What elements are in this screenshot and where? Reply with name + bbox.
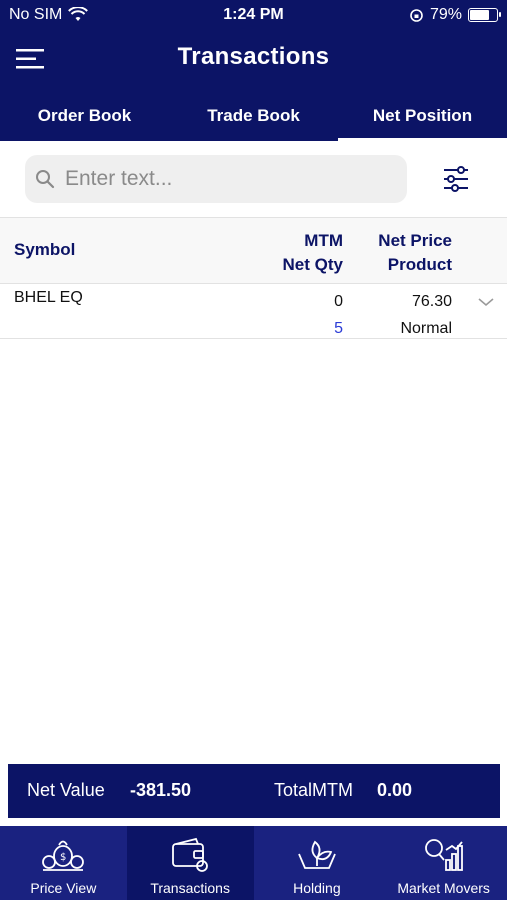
column-header-net-qty: Net Qty xyxy=(282,255,343,274)
chevron-down-icon[interactable] xyxy=(477,296,495,308)
net-value-label: Net Value xyxy=(27,780,105,800)
row-net-qty: 5 xyxy=(334,320,343,337)
row-mtm-qty: 0 5 xyxy=(334,288,343,342)
row-mtm: 0 xyxy=(334,293,343,310)
nav-price-view[interactable]: $ Price View xyxy=(0,826,127,900)
holding-icon xyxy=(298,840,336,869)
total-mtm-value: 0.00 xyxy=(377,780,413,800)
nav-transactions[interactable]: Transactions xyxy=(126,826,254,900)
search-box xyxy=(25,155,407,203)
search-row xyxy=(0,141,507,218)
filter-icon[interactable] xyxy=(440,163,472,195)
row-net-price: 76.30 xyxy=(411,293,452,310)
table-header: Symbol MTM Net Qty Net Price Product xyxy=(0,218,507,284)
price-view-icon: $ xyxy=(42,840,85,871)
column-header-netprice-product[interactable]: Net Price Product xyxy=(378,229,452,277)
svg-text:$: $ xyxy=(60,852,66,863)
tab-bar: Order Book Trade Book Net Position xyxy=(0,92,507,141)
nav-label-transactions: Transactions xyxy=(150,880,230,896)
battery-icon xyxy=(468,8,501,22)
net-value: -381.50 xyxy=(130,780,192,800)
status-bar: No SIM 1:24 PM 79% xyxy=(0,0,507,30)
transactions-icon xyxy=(172,837,209,872)
app-header: No SIM 1:24 PM 79% Transactions Order Bo… xyxy=(0,0,507,141)
orientation-lock-icon xyxy=(410,8,423,22)
row-price-product: 76.30 Normal xyxy=(400,288,452,342)
nav-label-market-movers: Market Movers xyxy=(397,880,490,896)
bottom-nav: $ Price View Transactions Holding Market… xyxy=(0,826,507,900)
table-row[interactable]: BHEL EQ 0 5 76.30 Normal xyxy=(0,284,507,339)
column-header-net-price: Net Price xyxy=(378,231,452,250)
column-header-mtm: MTM xyxy=(304,231,343,250)
row-symbol: BHEL EQ xyxy=(14,289,83,306)
battery-fill xyxy=(470,10,490,20)
column-header-mtm-netqty[interactable]: MTM Net Qty xyxy=(283,229,343,277)
tab-trade-book[interactable]: Trade Book xyxy=(169,92,338,141)
nav-market-movers[interactable]: Market Movers xyxy=(380,826,507,900)
column-header-product: Product xyxy=(387,255,452,274)
summary-bar: Net Value -381.50 TotalMTM 0.00 xyxy=(8,764,500,818)
page-title: Transactions xyxy=(177,43,330,70)
search-icon xyxy=(36,170,55,189)
nav-bar: Transactions xyxy=(0,38,507,82)
tab-order-book[interactable]: Order Book xyxy=(0,92,169,141)
row-product: Normal xyxy=(400,320,452,337)
market-movers-icon xyxy=(424,839,463,871)
nav-label-price-view: Price View xyxy=(30,880,97,896)
tab-net-position[interactable]: Net Position xyxy=(338,92,507,141)
nav-holding[interactable]: Holding xyxy=(254,826,381,900)
battery-percent: 79% xyxy=(429,6,462,23)
total-mtm-label: TotalMTM xyxy=(274,780,354,800)
nav-label-holding: Holding xyxy=(293,880,341,896)
search-input[interactable] xyxy=(65,155,395,203)
column-header-symbol[interactable]: Symbol xyxy=(14,240,75,260)
